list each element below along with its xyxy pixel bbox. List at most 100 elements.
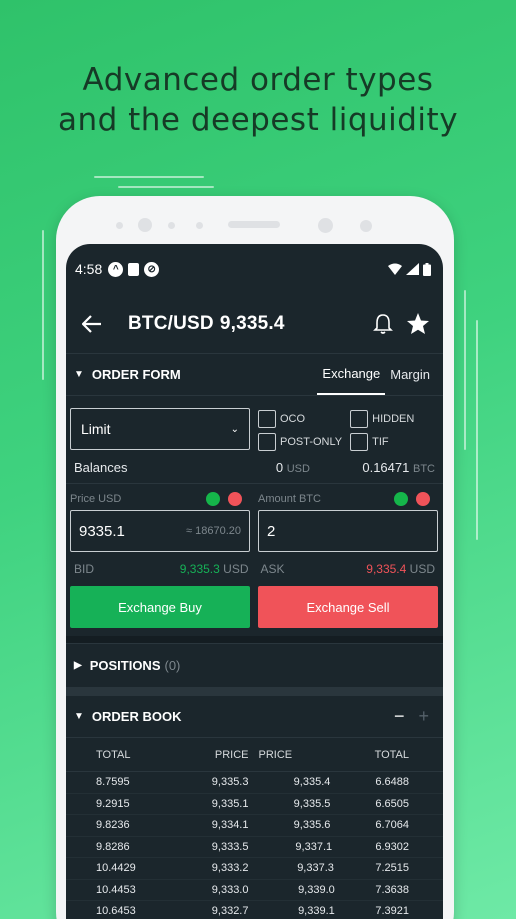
exchange-sell-button[interactable]: Exchange Sell xyxy=(258,586,438,628)
order-form-tabs: Exchange Margin xyxy=(317,354,435,395)
order-book-row[interactable]: 9.8236 9,334.1 9,335.6 6.7064 xyxy=(66,815,443,837)
phone-camera-dot xyxy=(138,218,152,232)
hidden-label: HIDDEN xyxy=(372,412,415,425)
ask-total-header: TOTAL xyxy=(374,748,410,761)
wifi-icon xyxy=(388,263,402,275)
signal-icon xyxy=(406,263,419,275)
order-book-row[interactable]: 10.6453 9,332.7 9,339.1 7.3921 xyxy=(66,901,443,919)
btc-balance-value: 0.16471 xyxy=(362,460,410,475)
ask-price: 9,335.5 xyxy=(293,797,331,810)
bid-price: 9,333.5 xyxy=(211,840,249,853)
back-arrow-icon[interactable] xyxy=(82,314,102,333)
order-type-value: Limit xyxy=(81,421,111,437)
ask-fill-dot[interactable] xyxy=(228,492,242,506)
ask-total: 6.9302 xyxy=(375,840,410,853)
order-type-select[interactable]: Limit ⌄ xyxy=(70,408,250,450)
checkbox-box[interactable] xyxy=(350,409,369,428)
checkbox-box[interactable] xyxy=(258,432,276,451)
section-divider xyxy=(66,636,443,644)
chevron-right-icon: ▶ xyxy=(74,660,82,671)
max-sell-dot[interactable] xyxy=(416,492,430,506)
amount-input[interactable]: 2 xyxy=(258,510,438,552)
battery-icon xyxy=(423,262,431,276)
bid-price-cell[interactable]: 9,335.1 xyxy=(162,794,254,815)
order-book-header[interactable]: ▼ ORDER BOOK − + xyxy=(66,696,443,738)
balances-label: Balances xyxy=(74,460,128,475)
tab-margin[interactable]: Margin xyxy=(385,354,435,395)
order-book-row[interactable]: 9.8286 9,333.5 9,337.1 6.9302 xyxy=(66,837,443,858)
sd-card-icon xyxy=(128,262,140,276)
do-not-disturb-icon: ⊘ xyxy=(144,261,160,277)
ask-price-cell[interactable]: 9,337.1 xyxy=(254,837,346,858)
hidden-checkbox[interactable]: HIDDEN xyxy=(350,408,414,429)
ask-info: ASK 9,335.4 USD xyxy=(261,562,436,584)
order-book-row[interactable]: 8.7595 9,335.3 9,335.4 6.6488 xyxy=(66,772,443,794)
bid-price-cell[interactable]: 9,333.2 xyxy=(162,858,254,879)
post-only-checkbox[interactable]: POST-ONLY xyxy=(258,431,342,452)
order-book-row[interactable]: 10.4453 9,333.0 9,339.0 7.3638 xyxy=(66,880,443,901)
bell-icon[interactable] xyxy=(373,313,393,335)
bid-price-cell[interactable]: 9,333.5 xyxy=(162,837,254,858)
plus-icon[interactable]: + xyxy=(418,706,429,727)
bid-info: BID 9,335.3 USD xyxy=(74,562,249,584)
post-only-label: POST-ONLY xyxy=(280,435,343,448)
chevron-down-icon: ▼ xyxy=(74,369,84,380)
order-form-header[interactable]: ▼ ORDER FORM Exchange Margin xyxy=(66,354,443,396)
ask-price-cell[interactable]: 9,335.4 xyxy=(254,772,346,793)
checkbox-box[interactable] xyxy=(258,409,276,428)
price-input[interactable]: 9335.1 ≈ 18670.20 xyxy=(70,510,250,552)
positions-header[interactable]: ▶ POSITIONS (0) xyxy=(66,644,443,688)
positions-count: (0) xyxy=(164,658,181,673)
bid-price-cell[interactable]: 9,334.1 xyxy=(162,815,254,836)
ask-price-cell[interactable]: 9,339.0 xyxy=(254,880,346,901)
btc-balance-unit: BTC xyxy=(412,463,435,475)
phone-sensor-dot xyxy=(196,222,203,229)
status-icons xyxy=(388,262,431,276)
order-type-row: Limit ⌄ OCO HIDDEN POST-ONLY TIF xyxy=(66,396,443,452)
order-book-row[interactable]: 10.4429 9,333.2 9,337.3 7.2515 xyxy=(66,858,443,880)
order-book-title: ORDER BOOK xyxy=(91,709,182,724)
max-buy-dot[interactable] xyxy=(394,492,408,506)
decor-line xyxy=(476,320,478,540)
price-input-value: 9335.1 xyxy=(79,522,125,540)
amount-label-group: Amount BTC xyxy=(258,492,438,506)
order-book-row[interactable]: 9.2915 9,335.1 9,335.5 6.6505 xyxy=(66,794,443,815)
tif-checkbox[interactable]: TIF xyxy=(350,431,414,452)
tif-label: TIF xyxy=(372,435,389,448)
order-book-rows: 8.7595 9,335.3 9,335.4 6.6488 9.2915 9,335.1 9… xyxy=(66,772,443,919)
decor-line xyxy=(42,230,44,380)
bid-price: 9,335.1 xyxy=(211,797,249,810)
ask-price-cell[interactable]: 9,335.5 xyxy=(254,794,346,815)
bid-price-cell[interactable]: 9,332.7 xyxy=(162,901,254,919)
price-label-group: Price USD xyxy=(70,492,250,506)
bid-price: 9,335.3 xyxy=(211,776,249,789)
tab-exchange[interactable]: Exchange xyxy=(317,354,386,395)
bid-ask-row: BID 9,335.3 USD ASK 9,335.4 USD xyxy=(66,552,443,584)
pair-price: 9,335.4 xyxy=(219,312,285,334)
ask-price: 9,335.4 USD xyxy=(366,562,435,584)
bid-fill-dot[interactable] xyxy=(206,492,220,506)
marketing-headline: Advanced order types and the deepest liq… xyxy=(0,60,516,140)
oco-checkbox[interactable]: OCO xyxy=(258,408,342,429)
star-icon[interactable] xyxy=(407,313,429,334)
ask-price-cell[interactable]: 9,335.6 xyxy=(254,815,346,836)
ask-price: 9,339.1 xyxy=(298,905,335,918)
balances-row: Balances 0 USD 0.16471 BTC xyxy=(66,452,443,484)
bid-price-cell[interactable]: 9,333.0 xyxy=(162,880,254,901)
ask-price-cell[interactable]: 9,339.1 xyxy=(254,901,346,919)
minus-icon[interactable]: − xyxy=(394,706,405,727)
ask-total: 7.3921 xyxy=(375,905,410,918)
checkbox-box[interactable] xyxy=(350,432,369,451)
phone-sensor-dot xyxy=(116,222,123,229)
bid-total: 10.4453 xyxy=(96,883,136,896)
ask-total: 6.6488 xyxy=(375,776,410,789)
exchange-buy-button[interactable]: Exchange Buy xyxy=(70,586,250,628)
ask-total: 6.7064 xyxy=(375,819,410,832)
bid-price-cell[interactable]: 9,335.3 xyxy=(162,772,254,793)
ask-price: 9,335.4 xyxy=(293,776,331,789)
bid-total: 9.8236 xyxy=(96,819,130,832)
bid-total: 9.8286 xyxy=(96,840,130,853)
app-screen: 4:58 ^ ⊘ BTC/USD 9,335.4 ▼ ORDER FORM Exc… xyxy=(66,244,443,919)
positions-title: POSITIONS xyxy=(89,658,161,673)
ask-price-cell[interactable]: 9,337.3 xyxy=(254,858,346,879)
